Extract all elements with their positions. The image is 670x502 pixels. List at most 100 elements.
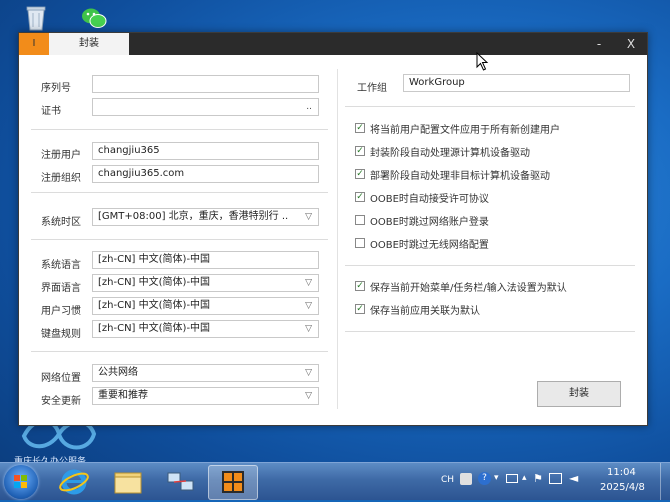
keyboard-value: [zh-CN] 中文(简体)-中国: [98, 323, 211, 334]
check-icon: ✓: [356, 192, 364, 202]
network-label: 网络位置: [41, 373, 81, 384]
sys-lang-label: 系统语言: [41, 260, 81, 271]
workgroup-input[interactable]: WorkGroup: [403, 74, 630, 92]
chevron-down-icon: ▽: [305, 301, 312, 311]
clock-time[interactable]: 11:04: [607, 467, 636, 478]
serial-label: 序列号: [41, 83, 71, 94]
option-label-0[interactable]: 将当前用户配置文件应用于所有新创建用户: [370, 121, 560, 136]
option-checkbox-3[interactable]: ✓: [355, 192, 365, 202]
chevron-down-icon: ▽: [305, 391, 312, 401]
cert-input[interactable]: ..: [92, 98, 319, 116]
save-option-label-1[interactable]: 保存当前应用关联为默认: [370, 302, 480, 317]
reg-org-input[interactable]: changjiu365.com: [92, 165, 319, 183]
separator: [345, 265, 635, 266]
help-icon[interactable]: ?: [478, 472, 491, 485]
user-locale-label: 用户习惯: [41, 306, 81, 317]
option-label-3[interactable]: OOBE时自动接受许可协议: [370, 190, 489, 205]
update-value: 重要和推荐: [98, 390, 148, 401]
separator: [31, 129, 328, 130]
save-option-checkbox-1[interactable]: ✓: [355, 304, 365, 314]
cert-label: 证书: [41, 106, 61, 117]
taskbar-ie-button[interactable]: [50, 465, 98, 498]
option-checkbox-2[interactable]: ✓: [355, 169, 365, 179]
option-label-2[interactable]: 部署阶段自动处理非目标计算机设备驱动: [370, 167, 550, 182]
sys-lang-select[interactable]: [zh-CN] 中文(简体)-中国: [92, 251, 319, 269]
option-checkbox-5[interactable]: [355, 238, 365, 248]
network-tray-icon[interactable]: [549, 473, 562, 484]
update-select[interactable]: 重要和推荐 ▽: [92, 387, 319, 405]
check-icon: ✓: [356, 123, 364, 133]
separator: [31, 192, 328, 193]
keyboard-icon[interactable]: [506, 474, 518, 483]
option-checkbox-1[interactable]: ✓: [355, 146, 365, 156]
serial-input[interactable]: [92, 75, 319, 93]
taskbar-explorer-button[interactable]: [104, 465, 152, 498]
workgroup-label: 工作组: [357, 83, 387, 94]
chevron-down-icon: ▽: [305, 368, 312, 378]
keyboard-select[interactable]: [zh-CN] 中文(简体)-中国 ▽: [92, 320, 319, 338]
keyboard-label: 键盘规则: [41, 329, 81, 340]
separator: [31, 239, 328, 240]
network-icon: [167, 472, 194, 491]
taskbar-seal-app-button[interactable]: [208, 465, 258, 500]
option-checkbox-0[interactable]: ✓: [355, 123, 365, 133]
chevron-down-icon: ▽: [305, 212, 312, 222]
sys-lang-value: [zh-CN] 中文(简体)-中国: [98, 254, 211, 265]
seal-button[interactable]: 封装: [537, 381, 621, 407]
titlebar: I 封装 - X: [19, 33, 647, 55]
ime-icon[interactable]: [460, 473, 472, 485]
save-option-label-0[interactable]: 保存当前开始菜单/任务栏/输入法设置为默认: [370, 279, 567, 294]
option-label-4[interactable]: OOBE时跳过网络账户登录: [370, 213, 489, 228]
reg-org-label: 注册组织: [41, 173, 81, 184]
folder-icon: [114, 472, 142, 494]
reg-user-input[interactable]: changjiu365: [92, 142, 319, 160]
save-option-checkbox-0[interactable]: ✓: [355, 281, 365, 291]
tab-seal[interactable]: 封装: [49, 33, 129, 55]
close-button[interactable]: X: [617, 33, 645, 55]
timezone-select[interactable]: [GMT+08:00] 北京，重庆，香港特别行 .. ▽: [92, 208, 319, 226]
reg-user-label: 注册用户: [41, 150, 81, 161]
separator: [31, 351, 328, 352]
flag-icon[interactable]: ⚑: [533, 472, 543, 485]
check-icon: ✓: [356, 146, 364, 156]
minimize-button[interactable]: -: [585, 33, 613, 55]
check-icon: ✓: [356, 304, 364, 314]
cert-browse-button[interactable]: ..: [306, 99, 312, 115]
seal-app-icon: [222, 471, 244, 493]
seal-window: I 封装 - X 序列号 证书 .. 注册用户 changjiu365 注册组织…: [18, 32, 648, 426]
network-value: 公共网络: [98, 367, 138, 378]
show-hidden-icons[interactable]: ▴: [522, 473, 527, 483]
windows-logo-icon: [14, 475, 27, 488]
separator: [345, 331, 635, 332]
option-label-1[interactable]: 封装阶段自动处理源计算机设备驱动: [370, 144, 530, 159]
ui-lang-value: [zh-CN] 中文(简体)-中国: [98, 277, 211, 288]
wechat-icon[interactable]: [80, 4, 108, 32]
taskbar: CH ? ▾ ▴ ⚑ ◄ 11:04 2025/4/8: [0, 462, 670, 500]
volume-icon[interactable]: ◄: [569, 471, 578, 485]
start-button[interactable]: [4, 465, 38, 499]
user-locale-value: [zh-CN] 中文(简体)-中国: [98, 300, 211, 311]
ui-lang-select[interactable]: [zh-CN] 中文(简体)-中国 ▽: [92, 274, 319, 292]
network-select[interactable]: 公共网络 ▽: [92, 364, 319, 382]
taskbar-network-button[interactable]: [156, 465, 204, 498]
user-locale-select[interactable]: [zh-CN] 中文(简体)-中国 ▽: [92, 297, 319, 315]
chevron-down-icon: ▽: [305, 278, 312, 288]
timezone-label: 系统时区: [41, 217, 81, 228]
separator: [345, 106, 635, 107]
recycle-bin-icon[interactable]: [22, 4, 50, 32]
clock-date[interactable]: 2025/4/8: [600, 482, 645, 493]
check-icon: ✓: [356, 169, 364, 179]
tray-expand-icon[interactable]: ▾: [494, 473, 499, 483]
app-icon[interactable]: I: [19, 33, 49, 55]
ie-icon: [59, 469, 89, 495]
option-checkbox-4[interactable]: [355, 215, 365, 225]
timezone-value: [GMT+08:00] 北京，重庆，香港特别行 ..: [98, 211, 289, 222]
show-desktop-button[interactable]: [660, 463, 670, 500]
ime-indicator[interactable]: CH: [441, 475, 454, 485]
update-label: 安全更新: [41, 396, 81, 407]
ui-lang-label: 界面语言: [41, 283, 81, 294]
chevron-down-icon: ▽: [305, 324, 312, 334]
column-divider: [337, 69, 338, 409]
option-label-5[interactable]: OOBE时跳过无线网络配置: [370, 236, 489, 251]
check-icon: ✓: [356, 281, 364, 291]
